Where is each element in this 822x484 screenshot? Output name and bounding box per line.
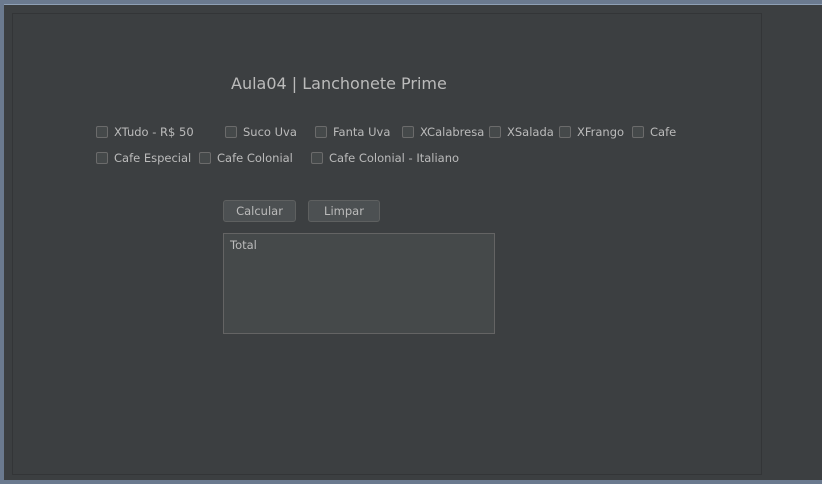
checkbox-box[interactable] — [402, 126, 414, 138]
checkbox-cafe-colonial[interactable]: Cafe Colonial — [199, 150, 293, 166]
checkbox-cafe[interactable]: Cafe — [632, 124, 676, 140]
checkbox-label: Cafe Colonial - Italiano — [329, 151, 460, 165]
checkbox-box[interactable] — [225, 126, 237, 138]
checkbox-cafe-especial[interactable]: Cafe Especial — [96, 150, 191, 166]
checkbox-box[interactable] — [311, 152, 323, 164]
app-window: Aula04 | Lanchonete Prime XTudo - R$ 50 … — [4, 4, 822, 480]
checkbox-xcalabresa[interactable]: XCalabresa — [402, 124, 484, 140]
checkbox-label: Cafe — [650, 125, 677, 139]
checkbox-cafe-colonial-italiano[interactable]: Cafe Colonial - Italiano — [311, 150, 459, 166]
checkbox-xfrango[interactable]: XFrango — [559, 124, 624, 140]
checkbox-box[interactable] — [559, 126, 571, 138]
checkbox-box[interactable] — [96, 152, 108, 164]
checkbox-fanta-uva[interactable]: Fanta Uva — [315, 124, 390, 140]
checkbox-box[interactable] — [96, 126, 108, 138]
checkbox-label: XCalabresa — [420, 125, 485, 139]
checkbox-label: XTudo - R$ 50 — [114, 125, 194, 139]
checkbox-box[interactable] — [489, 126, 501, 138]
checkbox-label: XSalada — [507, 125, 554, 139]
calcular-button[interactable]: Calcular — [223, 200, 296, 222]
checkbox-label: Suco Uva — [243, 125, 297, 139]
content-panel: Aula04 | Lanchonete Prime XTudo - R$ 50 … — [12, 13, 762, 475]
page-title: Aula04 | Lanchonete Prime — [231, 74, 447, 93]
checkbox-label: Cafe Colonial — [217, 151, 293, 165]
checkbox-label: XFrango — [577, 125, 625, 139]
checkbox-box[interactable] — [632, 126, 644, 138]
checkbox-box[interactable] — [315, 126, 327, 138]
total-output-area[interactable]: Total — [223, 233, 495, 334]
checkbox-suco-uva[interactable]: Suco Uva — [225, 124, 297, 140]
limpar-button[interactable]: Limpar — [308, 200, 380, 222]
checkbox-label: Fanta Uva — [333, 125, 391, 139]
checkbox-box[interactable] — [199, 152, 211, 164]
checkbox-xtudo[interactable]: XTudo - R$ 50 — [96, 124, 194, 140]
checkbox-label: Cafe Especial — [114, 151, 192, 165]
checkbox-xsalada[interactable]: XSalada — [489, 124, 554, 140]
